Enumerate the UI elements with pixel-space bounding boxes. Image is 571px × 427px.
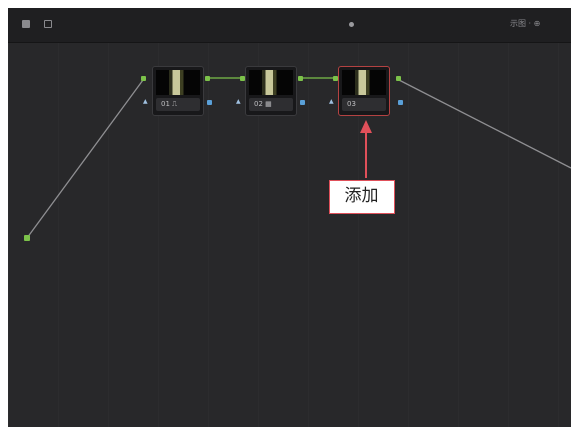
node-02-key-output-port[interactable] — [300, 100, 305, 105]
node-03-input-port[interactable] — [333, 76, 338, 81]
select-icon[interactable] — [22, 20, 30, 28]
node-01[interactable]: 01 ⎍ — [152, 66, 204, 116]
dot-menu-icon[interactable] — [349, 22, 354, 27]
node-03-thumbnail — [342, 70, 386, 95]
node-02[interactable]: 02 ▦ — [245, 66, 297, 116]
node-02-key-input-icon[interactable]: ▲ — [236, 98, 241, 105]
add-annotation-callout: 添加 — [329, 180, 395, 214]
node-02-label-box: 02 ▦ — [249, 98, 293, 111]
node-03-output-port[interactable] — [396, 76, 401, 81]
node-editor-toolbar: 示图 · ⊕ — [8, 8, 571, 43]
node-01-thumbnail — [156, 70, 200, 95]
node-03-key-input-icon[interactable]: ▲ — [329, 98, 334, 105]
node-01-label: 01 ⎍ — [161, 100, 178, 108]
node-03[interactable]: 03 — [338, 66, 390, 116]
node-03-label-box: 03 — [342, 98, 386, 111]
node-01-label-box: 01 ⎍ — [156, 98, 200, 111]
node-03-key-output-port[interactable] — [398, 100, 403, 105]
node-02-output-port[interactable] — [298, 76, 303, 81]
node-03-label: 03 — [347, 100, 356, 108]
node-01-key-input-icon[interactable]: ▲ — [143, 98, 148, 105]
node-02-input-port[interactable] — [240, 76, 245, 81]
media-in-marker[interactable] — [24, 235, 30, 241]
grid-icon[interactable] — [44, 20, 52, 28]
toolbar-right-label[interactable]: 示图 · ⊕ — [510, 18, 540, 29]
node-01-output-port[interactable] — [205, 76, 210, 81]
node-02-label: 02 ▦ — [254, 100, 272, 108]
node-01-key-output-port[interactable] — [207, 100, 212, 105]
add-annotation-text: 添加 — [344, 186, 379, 206]
input-port[interactable] — [141, 76, 146, 81]
node-02-thumbnail — [249, 70, 293, 95]
